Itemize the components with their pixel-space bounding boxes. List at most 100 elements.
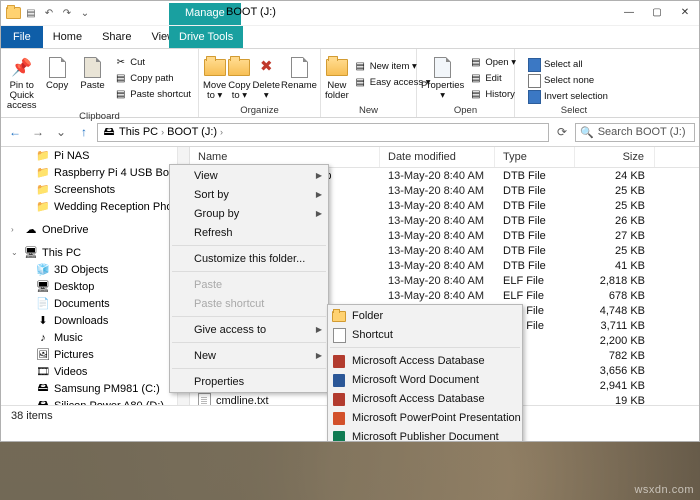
history-icon: ▤ — [469, 88, 482, 101]
close-button[interactable]: ✕ — [671, 1, 699, 24]
publisher-icon — [332, 430, 346, 442]
forward-button[interactable]: → — [28, 122, 48, 142]
copy-to-button[interactable]: Copy to ▾ — [228, 53, 250, 101]
sidebar-item-desktop[interactable]: 🖥Desktop — [1, 278, 189, 295]
search-input[interactable]: 🔍 Search BOOT (J:) — [575, 123, 695, 142]
tab-file[interactable]: File — [1, 26, 43, 48]
column-header-size[interactable]: Size — [575, 147, 655, 167]
menu-separator — [172, 368, 326, 369]
delete-label: Delete ▾ — [253, 81, 280, 101]
menu-item-customize-this-folder[interactable]: Customize this folder... — [170, 249, 328, 268]
menu-item-microsoft-access-database[interactable]: Microsoft Access Database — [328, 351, 522, 370]
save-icon[interactable]: ▤ — [23, 5, 39, 21]
sidebar-item-label: Silicon Power A80 (D:) — [54, 400, 164, 406]
delete-button[interactable]: ✖ Delete ▾ — [253, 53, 280, 101]
menu-item-folder[interactable]: Folder — [328, 306, 522, 325]
history-button[interactable]: ▤ History — [466, 87, 519, 102]
menu-item-properties[interactable]: Properties — [170, 372, 328, 391]
recent-locations-button[interactable]: ⌄ — [51, 122, 71, 142]
scissors-icon: ✂ — [114, 56, 127, 69]
menu-item-microsoft-access-database[interactable]: Microsoft Access Database — [328, 389, 522, 408]
sidebar-item-documents[interactable]: 📄Documents — [1, 295, 189, 312]
context-menu[interactable]: View▶Sort by▶Group by▶Refresh Customize t… — [169, 164, 329, 393]
select-all-button[interactable]: Select all — [525, 57, 611, 72]
file-date: 13-May-20 8:40 AM — [380, 245, 495, 257]
chevron-icon[interactable]: ⌄ — [11, 248, 20, 257]
menu-item-sort-by[interactable]: Sort by▶ — [170, 185, 328, 204]
sidebar-item-pi-nas[interactable]: 📁Pi NAS — [1, 147, 189, 164]
menu-item-microsoft-word-document[interactable]: Microsoft Word Document — [328, 370, 522, 389]
sidebar-item-music[interactable]: ♪Music — [1, 329, 189, 346]
refresh-button[interactable]: ⟳ — [552, 122, 572, 142]
redo-icon[interactable]: ↷ — [59, 5, 75, 21]
file-explorer-window: ▤ ↶ ↷ ⌄ Manage BOOT (J:) — ▢ ✕ File Home… — [0, 0, 700, 442]
invert-selection-button[interactable]: Invert selection — [525, 89, 611, 104]
copy-path-button[interactable]: ▤ Copy path — [111, 71, 194, 86]
tab-share[interactable]: Share — [92, 26, 141, 48]
rename-button[interactable]: Rename — [282, 53, 316, 91]
move-to-button[interactable]: Move to ▾ — [203, 53, 226, 101]
menu-item-new[interactable]: New ▶ — [170, 346, 328, 365]
rename-icon — [291, 55, 308, 79]
new-group-title: New — [325, 105, 412, 117]
sidebar-item-label: This PC — [42, 247, 81, 259]
menu-item-microsoft-publisher-document[interactable]: Microsoft Publisher Document — [328, 427, 522, 442]
copy-button[interactable]: Copy — [40, 53, 73, 91]
watermark: wsxdn.com — [634, 484, 694, 496]
sidebar-item-samsung-pm981-c[interactable]: 🖴Samsung PM981 (C:) — [1, 380, 189, 397]
submenu-arrow-icon: ▶ — [316, 351, 322, 360]
breadcrumb-boot[interactable]: BOOT (J:) — [167, 126, 217, 138]
sidebar-item-this-pc[interactable]: ⌄🖥This PC — [1, 244, 189, 261]
sidebar-item-videos[interactable]: 🎞Videos — [1, 363, 189, 380]
maximize-button[interactable]: ▢ — [643, 1, 671, 24]
column-header-type[interactable]: Type — [495, 147, 575, 167]
sidebar-item-3d-objects[interactable]: 🧊3D Objects — [1, 261, 189, 278]
sidebar-item-silicon-power-a80-d[interactable]: 🖴Silicon Power A80 (D:) — [1, 397, 189, 405]
system-menu-icon[interactable] — [5, 5, 21, 21]
address-input[interactable]: 🖴 This PC › BOOT (J:) › — [97, 123, 549, 142]
sidebar-item-pictures[interactable]: 🖼Pictures — [1, 346, 189, 363]
paste-shortcut-button[interactable]: ▤ Paste shortcut — [111, 87, 194, 102]
file-size: 2,941 KB — [575, 380, 655, 392]
edit-button[interactable]: ▤ Edit — [466, 71, 519, 86]
menu-item-shortcut[interactable]: Shortcut — [328, 325, 522, 344]
menu-item-microsoft-powerpoint-presentation[interactable]: Microsoft PowerPoint Presentation — [328, 408, 522, 427]
sidebar-item-downloads[interactable]: ⬇Downloads — [1, 312, 189, 329]
pin-to-quick-access-label: Pin to Quick access — [5, 81, 38, 111]
menu-item-label: New — [194, 350, 216, 362]
undo-icon[interactable]: ↶ — [41, 5, 57, 21]
sidebar-item-onedrive[interactable]: ›☁OneDrive — [1, 221, 189, 238]
pin-to-quick-access-button[interactable]: 📌 Pin to Quick access — [5, 53, 38, 111]
new-submenu[interactable]: FolderShortcutMicrosoft Access DatabaseM… — [327, 304, 523, 442]
new-folder-button[interactable]: New folder — [325, 53, 349, 101]
breadcrumb-this-pc[interactable]: This PC — [119, 126, 158, 138]
menu-item-paste: Paste — [170, 275, 328, 294]
sidebar-item-raspberry-pi-4-usb-boot[interactable]: 📁Raspberry Pi 4 USB Boot — [1, 164, 189, 181]
cut-button[interactable]: ✂ Cut — [111, 55, 194, 70]
back-button[interactable]: ← — [5, 122, 25, 142]
tab-drive-tools[interactable]: Drive Tools — [169, 26, 243, 48]
sidebar-item-wedding-reception-photos[interactable]: 📁Wedding Reception Photos — [1, 198, 189, 215]
copy-to-icon — [228, 55, 250, 79]
tab-home[interactable]: Home — [43, 26, 92, 48]
delete-icon: ✖ — [260, 55, 273, 79]
open-button[interactable]: ▤ Open ▾ — [466, 55, 519, 70]
menu-item-paste-shortcut: Paste shortcut — [170, 294, 328, 313]
up-button[interactable]: ↑ — [74, 122, 94, 142]
menu-item-group-by[interactable]: Group by▶ — [170, 204, 328, 223]
properties-button[interactable]: Properties ▾ — [421, 53, 464, 101]
chevron-down-icon[interactable]: ⌄ — [77, 5, 93, 21]
sidebar-item-screenshots[interactable]: 📁Screenshots — [1, 181, 189, 198]
navigation-pane[interactable]: 📁Pi NAS📁Raspberry Pi 4 USB Boot📁Screensh… — [1, 147, 190, 405]
menu-item-view[interactable]: View▶ — [170, 166, 328, 185]
menu-item-refresh[interactable]: Refresh — [170, 223, 328, 242]
edit-icon: ▤ — [469, 72, 482, 85]
menu-item-give-access-to[interactable]: Give access to▶ — [170, 320, 328, 339]
paste-button[interactable]: Paste — [76, 53, 109, 91]
column-header-date[interactable]: Date modified — [380, 147, 495, 167]
select-none-button[interactable]: Select none — [525, 73, 611, 88]
menu-item-label: Paste shortcut — [194, 298, 264, 310]
minimize-button[interactable]: — — [615, 1, 643, 24]
chevron-icon[interactable]: › — [11, 225, 20, 234]
file-size: 25 KB — [575, 185, 655, 197]
